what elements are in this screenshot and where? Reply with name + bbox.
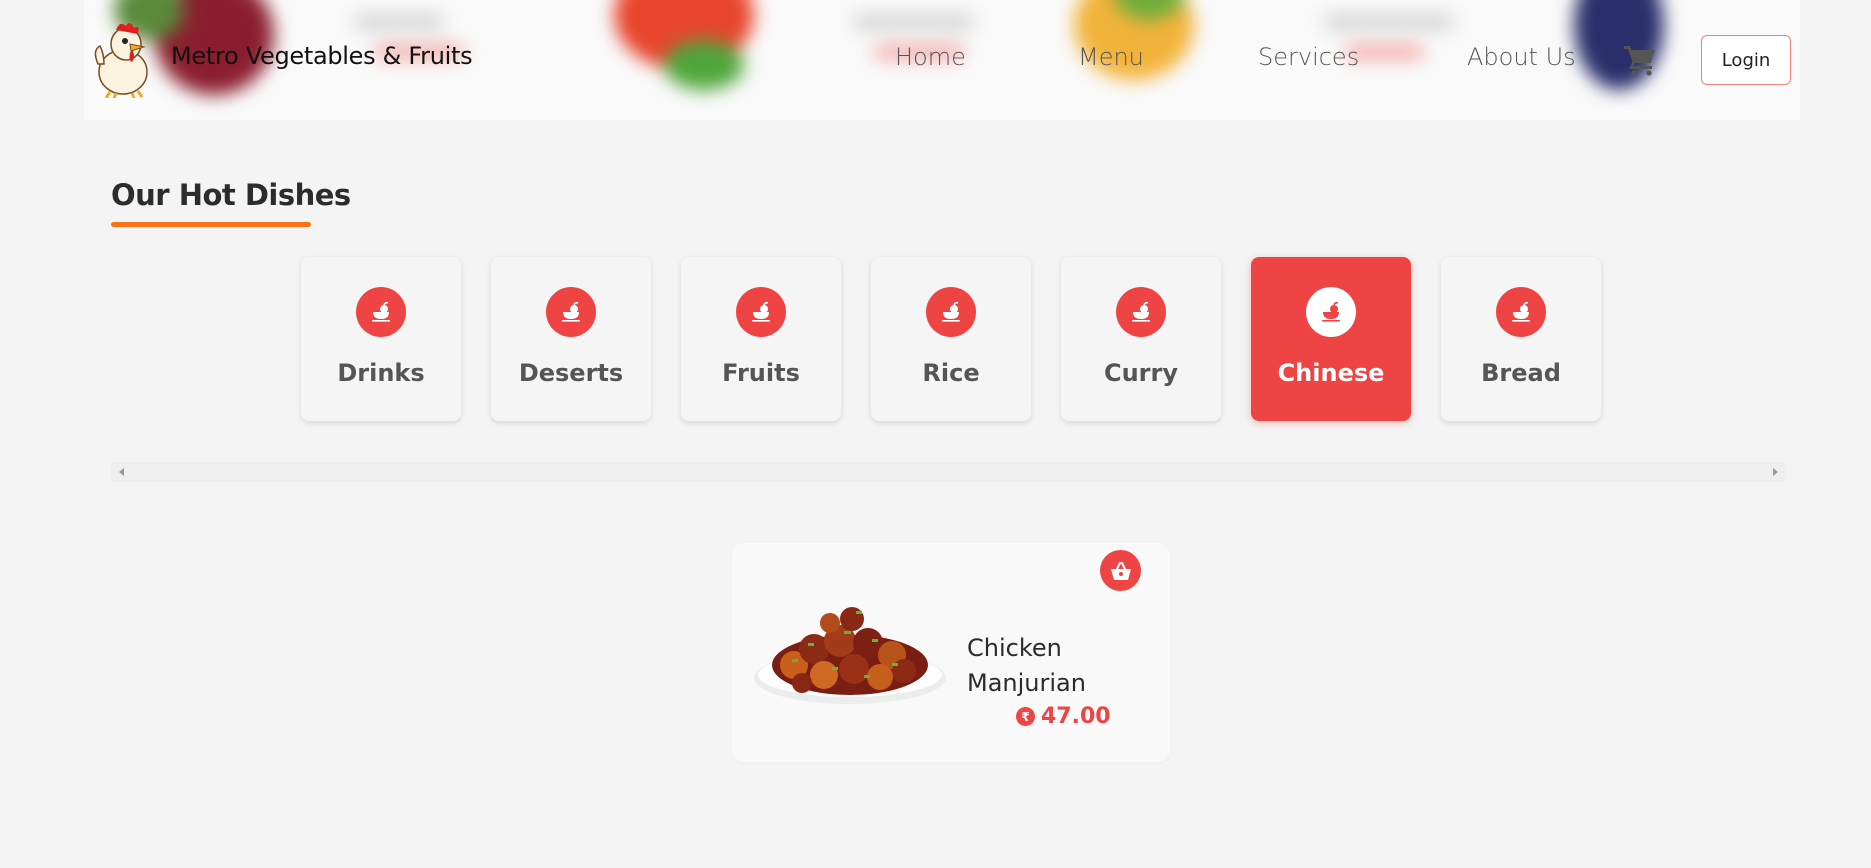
dish-icon (356, 287, 406, 337)
shopping-cart-icon[interactable] (1623, 44, 1657, 76)
nav-menu[interactable]: Menu (1078, 43, 1144, 71)
scroll-left-arrow-icon[interactable] (119, 468, 124, 476)
price-row: ₹ 47.00 (1016, 704, 1111, 729)
category-label: Chinese (1277, 359, 1385, 387)
dish-icon (546, 287, 596, 337)
shopping-basket-icon (1110, 561, 1131, 580)
scroll-right-arrow-icon[interactable] (1773, 468, 1778, 476)
brand-name[interactable]: Metro Vegetables & Fruits (171, 42, 473, 70)
category-label: Fruits (722, 359, 800, 387)
dish-card[interactable]: Chicken Manjurian ₹ 47.00 (732, 543, 1170, 762)
nav-services[interactable]: Services (1258, 43, 1359, 71)
category-label: Rice (922, 359, 980, 387)
category-label: Drinks (337, 359, 425, 387)
dish-image (754, 607, 946, 704)
dish-name: Chicken Manjurian (967, 634, 1086, 697)
chef-chicken-logo-icon[interactable] (90, 20, 156, 98)
category-card-deserts[interactable]: Deserts (491, 257, 651, 421)
dish-icon (926, 287, 976, 337)
nav-about-us[interactable]: About Us (1467, 43, 1576, 71)
category-card-bread[interactable]: Bread (1441, 257, 1601, 421)
category-card-curry[interactable]: Curry (1061, 257, 1221, 421)
add-to-basket-button[interactable] (1100, 550, 1141, 591)
nav-home[interactable]: Home (895, 43, 966, 71)
section-title: Our Hot Dishes (111, 178, 351, 212)
category-card-chinese[interactable]: Chinese (1251, 257, 1411, 421)
title-underline (111, 222, 311, 227)
horizontal-scrollbar[interactable] (111, 462, 1786, 482)
dish-icon (1116, 287, 1166, 337)
category-label: Curry (1103, 359, 1178, 387)
dish-icon (1306, 287, 1356, 337)
category-card-drinks[interactable]: Drinks (301, 257, 461, 421)
header: Metro Vegetables & Fruits Home Menu Serv… (84, 0, 1800, 120)
login-button[interactable]: Login (1701, 35, 1791, 85)
category-card-fruits[interactable]: Fruits (681, 257, 841, 421)
dish-icon (736, 287, 786, 337)
rupee-icon: ₹ (1016, 707, 1035, 726)
category-label: Deserts (518, 359, 624, 387)
dish-icon (1496, 287, 1546, 337)
category-label: Bread (1481, 359, 1561, 387)
dish-price: 47.00 (1041, 704, 1111, 729)
header-content: Metro Vegetables & Fruits Home Menu Serv… (84, 0, 1800, 120)
category-card-rice[interactable]: Rice (871, 257, 1031, 421)
